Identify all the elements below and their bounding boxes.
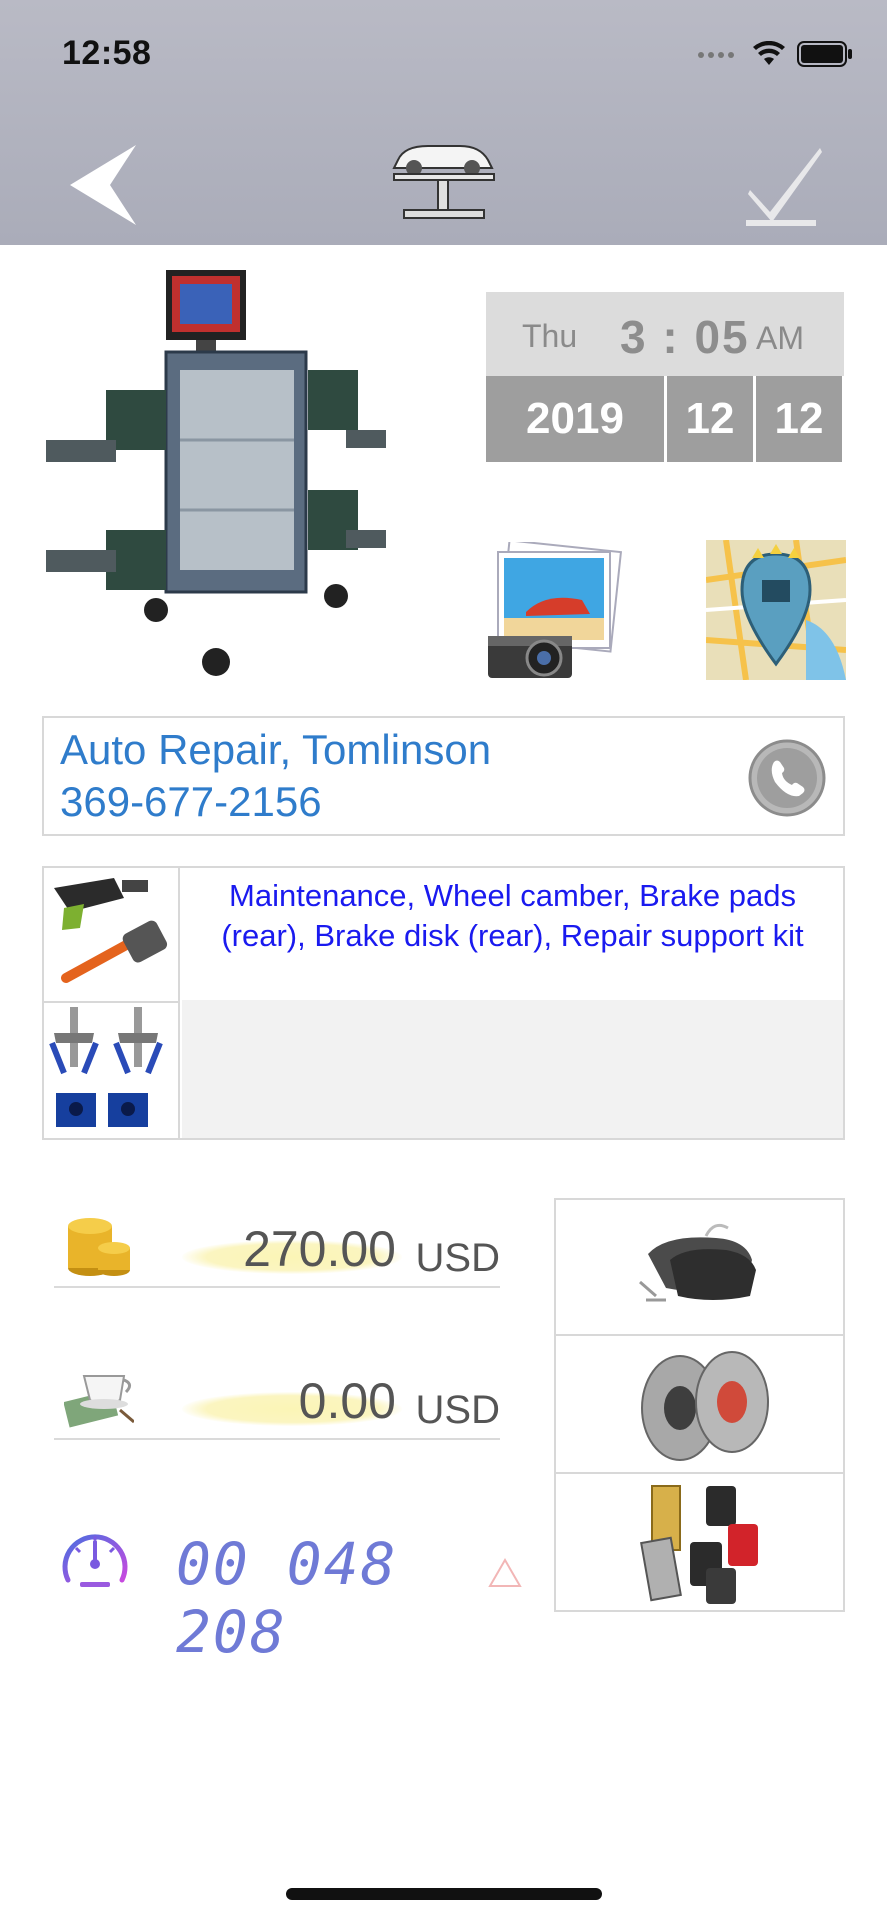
drill-hammer-icon — [54, 878, 168, 983]
brake-pads-icon — [639, 1223, 756, 1302]
alignment-sensors-icon — [49, 1007, 163, 1127]
repair-kit-icon — [640, 1485, 758, 1604]
car-lift-logo-icon — [384, 138, 504, 228]
signal-icon — [698, 52, 734, 58]
photo-camera-button[interactable] — [486, 539, 626, 680]
ampm-label: AM — [756, 320, 804, 356]
home-indicator — [286, 1888, 602, 1900]
part-brake-disks-button[interactable] — [556, 1338, 843, 1474]
day-cell[interactable]: 12 — [756, 376, 842, 462]
wheel-alignment-machine-image — [46, 270, 426, 680]
phone-icon — [748, 739, 826, 817]
time-display: Thu 3 : 05 AM — [486, 292, 844, 376]
tip-cost-value: 0.00 — [298, 1373, 396, 1429]
service-description[interactable]: Maintenance, Wheel camber, Brake pads (r… — [182, 876, 843, 1001]
part-repair-kit-button[interactable] — [556, 1476, 843, 1612]
status-time: 12:58 — [62, 34, 152, 72]
status-icons — [697, 40, 853, 68]
total-cost-unit: USD — [415, 1236, 500, 1280]
service-panel: Maintenance, Wheel camber, Brake pads (r… — [42, 866, 845, 1140]
month-cell[interactable]: 12 — [667, 376, 753, 462]
top-bar: 12:58 — [0, 0, 887, 245]
odometer-row[interactable]: 00 048 208 — [58, 1524, 528, 1666]
map-location-button[interactable] — [705, 539, 847, 681]
checkmark-icon — [746, 148, 822, 226]
cost-row-total[interactable]: 270.00 USD — [54, 1188, 500, 1288]
tip-cup-icon — [63, 1360, 135, 1430]
back-button[interactable] — [66, 140, 146, 230]
brake-disks-icon — [641, 1351, 769, 1461]
date-display: 2019 12 12 — [486, 376, 844, 462]
wifi-icon — [753, 41, 785, 65]
weekday-label: Thu — [522, 318, 578, 354]
tip-cost-unit: USD — [415, 1388, 500, 1432]
coins-icon — [64, 1208, 134, 1278]
total-cost-value: 270.00 — [243, 1221, 396, 1277]
battery-icon — [797, 41, 852, 67]
date-time-panel[interactable]: Thu 3 : 05 AM 2019 12 12 — [486, 292, 844, 462]
contact-name[interactable]: Auto Repair, Tomlinson — [60, 726, 491, 774]
parts-grid — [554, 1198, 845, 1612]
call-button[interactable] — [747, 738, 827, 818]
cost-row-tip[interactable]: 0.00 USD — [54, 1340, 500, 1440]
time-value: 3 : 05 — [620, 311, 750, 363]
contact-card[interactable]: Auto Repair, Tomlinson 369-677-2156 — [42, 716, 845, 836]
back-arrow-icon — [70, 145, 136, 225]
confirm-button[interactable] — [740, 140, 830, 230]
photo-camera-icon — [488, 539, 623, 678]
tools-button[interactable] — [44, 868, 180, 1003]
service-notes-area[interactable] — [182, 1000, 843, 1138]
map-pin-icon — [705, 539, 847, 681]
alignment-sensors-button[interactable] — [44, 1003, 180, 1138]
odometer-value[interactable]: 00 048 208 — [176, 1530, 528, 1666]
speedometer-icon — [58, 1524, 132, 1598]
warning-triangle-icon[interactable] — [488, 1557, 522, 1588]
contact-phone[interactable]: 369-677-2156 — [60, 778, 322, 826]
part-brake-pads-button[interactable] — [556, 1200, 843, 1336]
year-cell[interactable]: 2019 — [486, 376, 664, 462]
